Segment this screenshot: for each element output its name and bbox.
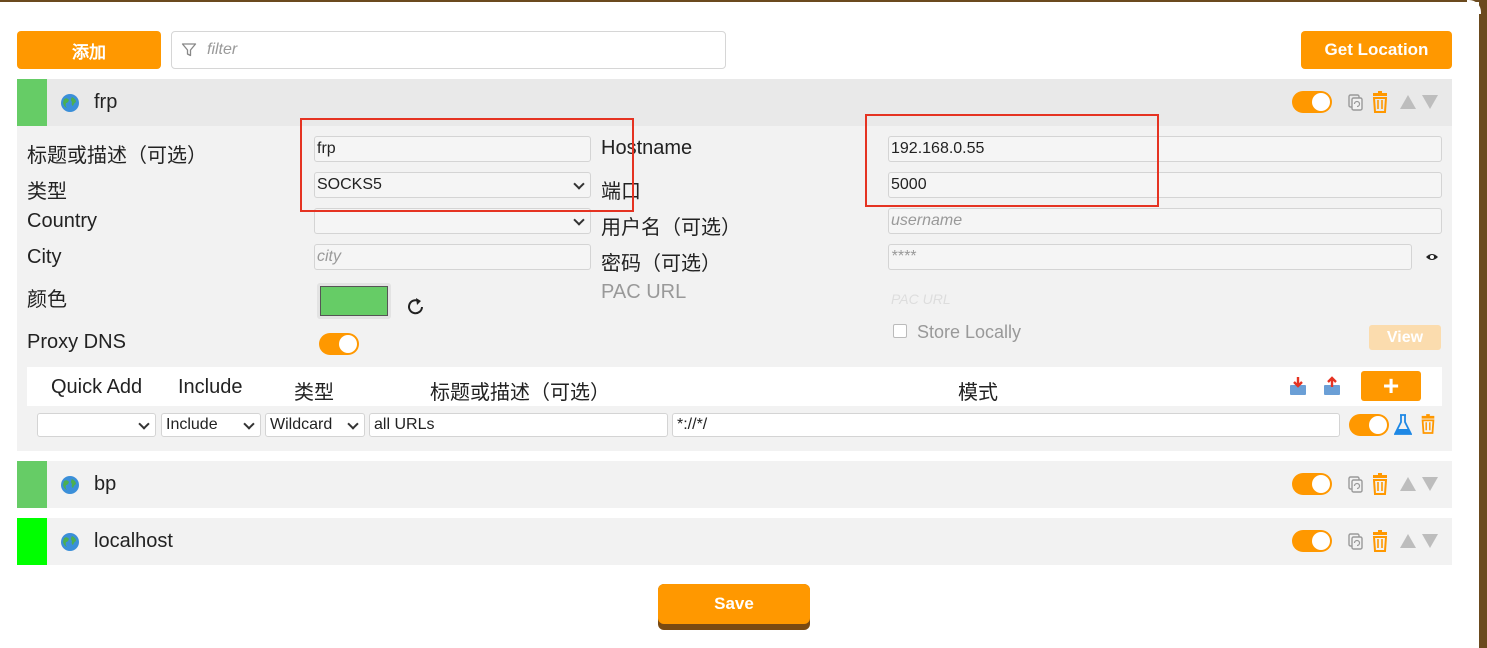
save-button[interactable]: Save (658, 584, 810, 624)
pac-url-label: PAC URL (601, 281, 687, 303)
window-frame-top (0, 0, 1487, 2)
city-input[interactable]: city (314, 244, 591, 270)
globe-icon (61, 94, 79, 112)
proxy-item-frp: frp 标题或描述（可选） 类型 Country City 颜色 Proxy D… (17, 79, 1452, 451)
move-down-icon[interactable] (1422, 534, 1438, 548)
proxy-actions (1292, 473, 1438, 495)
proxy-enabled-toggle[interactable] (1292, 91, 1332, 113)
move-up-icon[interactable] (1400, 477, 1416, 491)
password-label: 密码（可选） (601, 253, 721, 275)
move-up-icon[interactable] (1400, 534, 1416, 548)
highlight-box-type (300, 118, 634, 212)
quick-add-select[interactable] (37, 413, 156, 437)
pattern-row: Include Wildcard all URLs *://*/ (27, 413, 1442, 441)
col-type: 类型 (294, 382, 334, 404)
proxy-item-localhost[interactable]: localhost (17, 518, 1452, 565)
proxy-color-bar (17, 518, 47, 565)
filter-icon (181, 43, 197, 57)
add-proxy-button[interactable]: 添加 (17, 31, 161, 69)
pattern-title-input[interactable]: all URLs (369, 413, 668, 437)
col-pattern: 模式 (958, 382, 998, 404)
proxy-enabled-toggle[interactable] (1292, 473, 1332, 495)
duplicate-icon[interactable] (1346, 93, 1364, 111)
highlight-box-host (865, 114, 1159, 207)
duplicate-icon[interactable] (1346, 532, 1364, 550)
color-picker[interactable] (317, 283, 391, 319)
store-locally-checkbox[interactable] (893, 324, 907, 338)
eye-icon[interactable] (1425, 252, 1439, 262)
import-icon[interactable] (1289, 376, 1307, 396)
proxy-actions (1292, 91, 1438, 113)
color-swatch (320, 286, 388, 316)
username-label: 用户名（可选） (601, 217, 741, 239)
move-down-icon[interactable] (1422, 95, 1438, 109)
proxy-settings-form: 标题或描述（可选） 类型 Country City 颜色 Proxy DNS f… (17, 114, 1452, 451)
proxy-name: bp (94, 473, 117, 495)
move-up-icon[interactable] (1400, 95, 1416, 109)
pattern-table-header: Quick Add Include 类型 标题或描述（可选） 模式 + (27, 367, 1442, 406)
username-input[interactable]: username (888, 208, 1442, 234)
password-input[interactable]: **** (888, 244, 1412, 270)
type-label: 类型 (27, 181, 67, 203)
proxy-name: frp (94, 91, 118, 113)
proxy-enabled-toggle[interactable] (1292, 530, 1332, 552)
trash-icon[interactable] (1370, 91, 1390, 113)
proxy-color-bar (17, 79, 47, 126)
view-button[interactable]: View (1369, 325, 1441, 350)
toolbar: 添加 Get Location (17, 31, 1452, 69)
col-quick-add: Quick Add (51, 376, 143, 398)
export-icon[interactable] (1323, 376, 1341, 396)
globe-icon (61, 476, 79, 494)
proxy-color-bar (17, 461, 47, 508)
pattern-trash-icon[interactable] (1419, 413, 1437, 435)
color-label: 颜色 (27, 289, 67, 311)
title-label: 标题或描述（可选） (27, 145, 207, 167)
get-location-button[interactable]: Get Location (1301, 31, 1452, 69)
proxy-header[interactable]: frp (17, 79, 1452, 126)
filter-box[interactable] (171, 31, 726, 69)
refresh-icon[interactable] (405, 296, 427, 318)
proxy-dns-toggle[interactable] (319, 333, 359, 355)
proxy-actions (1292, 530, 1438, 552)
col-include: Include (178, 376, 243, 398)
store-locally-label: Store Locally (917, 322, 1022, 342)
pattern-type-select[interactable]: Wildcard (265, 413, 365, 437)
pattern-input[interactable]: *://*/ (672, 413, 1340, 437)
save-button-shadow: Save (658, 584, 810, 630)
country-label: Country (27, 210, 98, 232)
proxy-name: localhost (94, 530, 173, 552)
city-label: City (27, 246, 62, 268)
globe-icon (61, 533, 79, 551)
pattern-enabled-toggle[interactable] (1349, 414, 1389, 436)
trash-icon[interactable] (1370, 530, 1390, 552)
col-title: 标题或描述（可选） (430, 382, 610, 404)
include-select[interactable]: Include (161, 413, 261, 437)
window-frame-right (1479, 0, 1487, 648)
filter-input[interactable] (205, 40, 705, 60)
move-down-icon[interactable] (1422, 477, 1438, 491)
pac-url-input[interactable]: PAC URL (888, 286, 1442, 312)
duplicate-icon[interactable] (1346, 475, 1364, 493)
proxy-dns-label: Proxy DNS (27, 331, 126, 353)
trash-icon[interactable] (1370, 473, 1390, 495)
test-flask-icon[interactable] (1394, 414, 1412, 436)
add-pattern-button[interactable]: + (1361, 370, 1421, 401)
proxy-item-bp[interactable]: bp (17, 461, 1452, 508)
